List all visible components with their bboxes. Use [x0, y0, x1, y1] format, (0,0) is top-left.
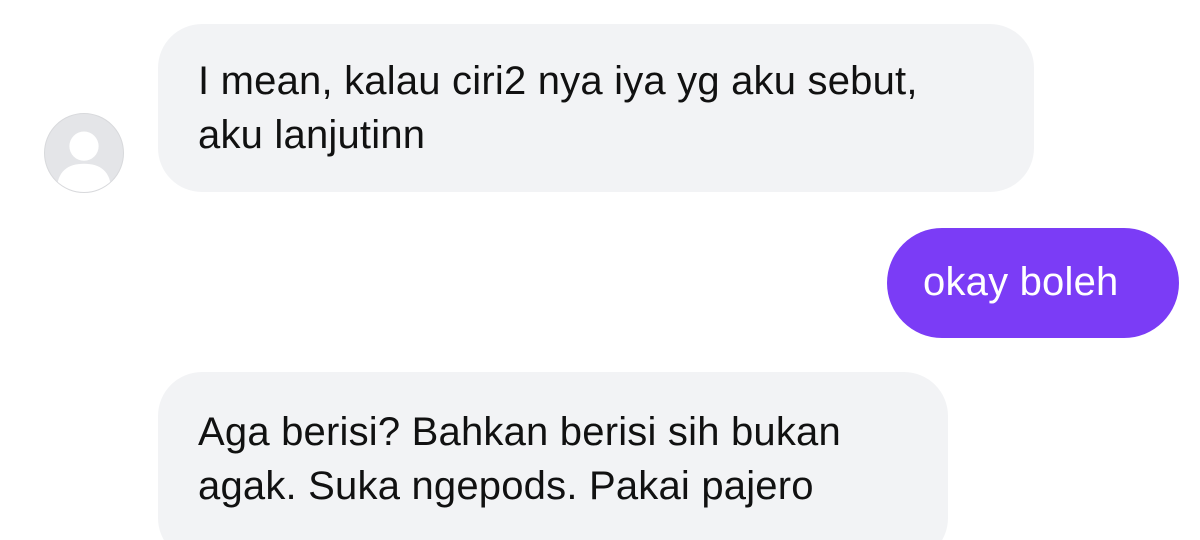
default-user-avatar-icon — [56, 131, 112, 192]
incoming-message-bubble[interactable]: I mean, kalau ciri2 nya iya yg aku sebut… — [158, 24, 1034, 192]
message-text-line: aku lanjutinn — [198, 113, 426, 157]
message-text-line: agak. Suka ngepods. Pakai pajero — [198, 464, 814, 508]
incoming-message-bubble[interactable]: Aga berisi? Bahkan berisi sih bukan agak… — [158, 372, 948, 540]
message-text-line: Aga berisi? Bahkan berisi sih bukan — [198, 410, 841, 454]
message-text-line: okay boleh — [923, 260, 1119, 304]
outgoing-message-bubble[interactable]: okay boleh — [887, 228, 1179, 338]
chat-thread: I mean, kalau ciri2 nya iya yg aku sebut… — [0, 0, 1200, 540]
contact-avatar[interactable] — [44, 113, 124, 193]
message-text-line: I mean, kalau ciri2 nya iya yg aku sebut… — [198, 59, 918, 103]
